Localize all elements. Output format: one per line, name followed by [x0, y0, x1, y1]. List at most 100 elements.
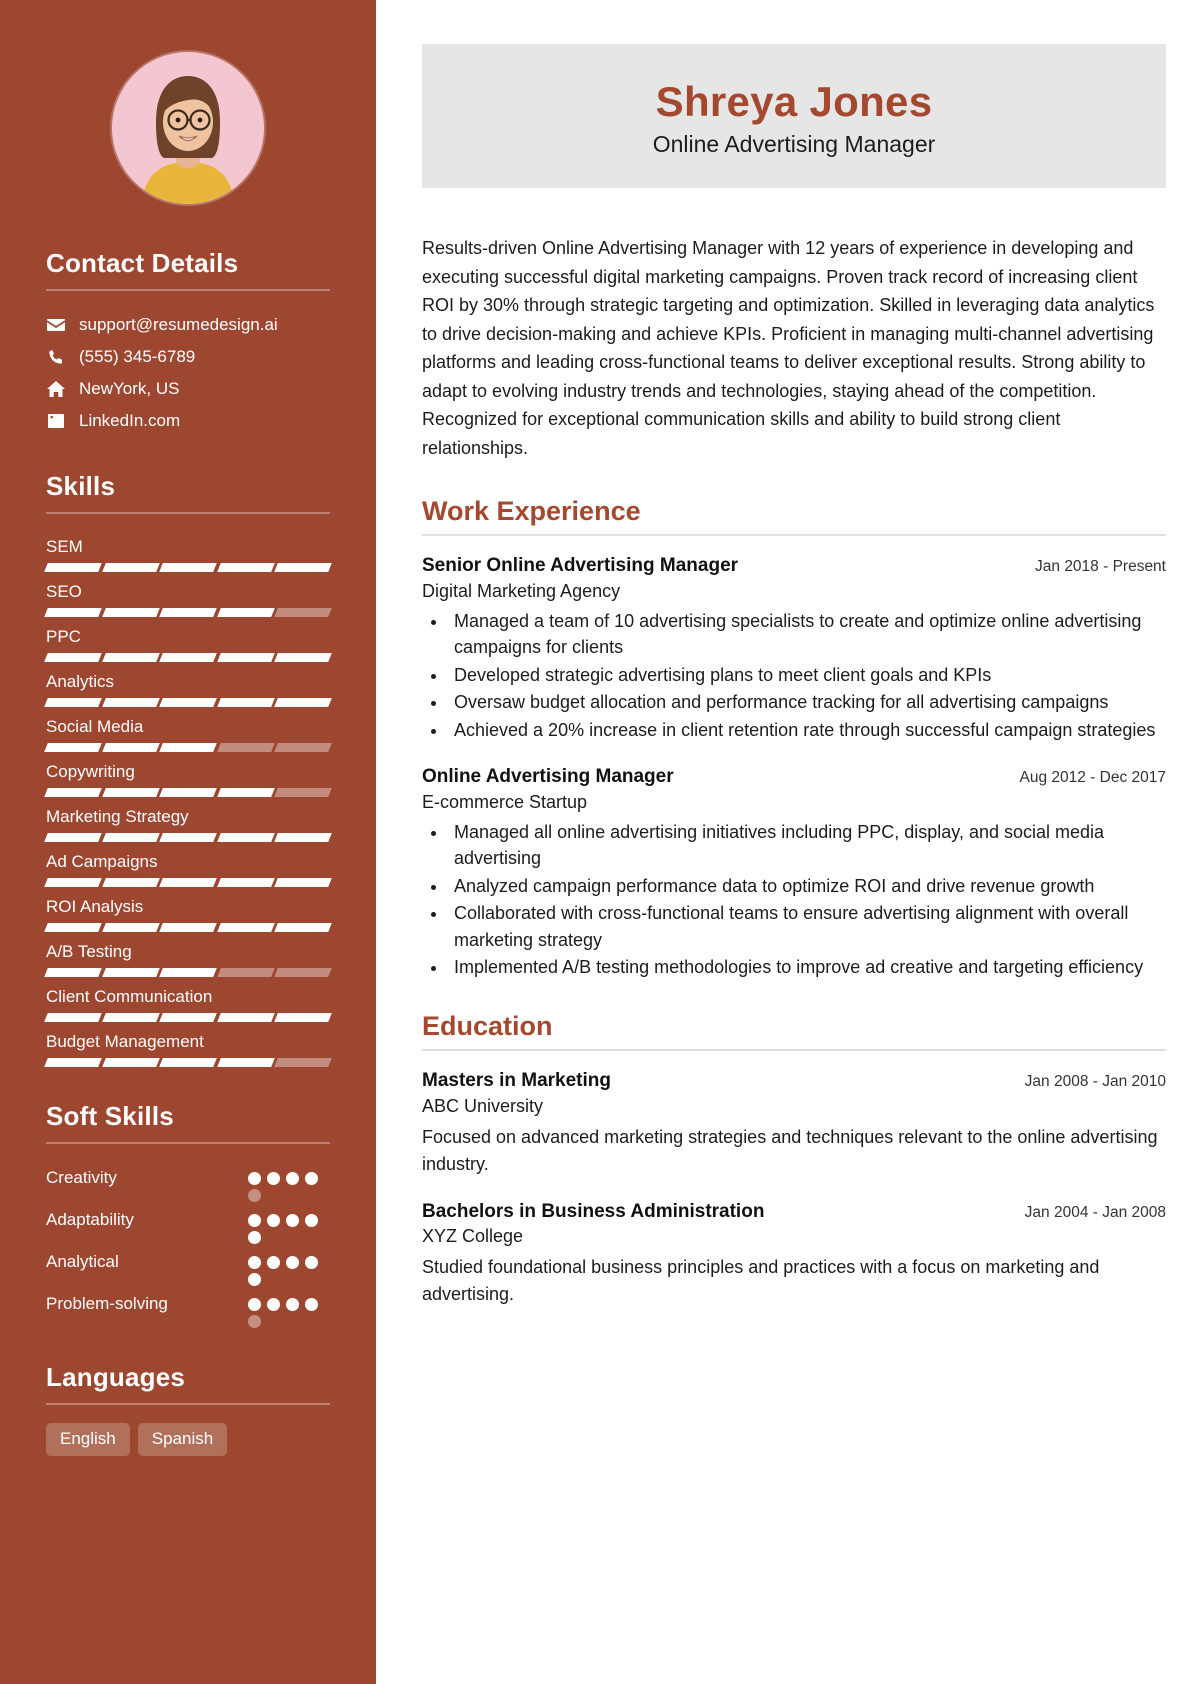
- skill-bar-segment: [44, 833, 102, 842]
- rating-dot: [267, 1298, 280, 1311]
- skill-bar-segment: [216, 968, 275, 977]
- skill-bar-segment: [216, 878, 275, 887]
- skill-bar-segment: [101, 968, 160, 977]
- languages-divider: [46, 1403, 330, 1405]
- professional-summary: Results-driven Online Advertising Manage…: [422, 238, 1155, 458]
- work-experience-heading: Work Experience: [422, 496, 641, 527]
- soft-skills-section: Soft Skills Creativity Adaptability Analyt…: [46, 1101, 330, 1328]
- soft-skill-label: Creativity: [46, 1168, 117, 1187]
- skill-bar-segment: [101, 563, 160, 572]
- skill-bar-segment: [44, 968, 102, 977]
- skill-bar-segment: [216, 563, 275, 572]
- education-section: Education Masters in Marketing Jan 2008 -…: [422, 1011, 1166, 1308]
- contact-list: support@resumedesign.ai (555) 345-6789 N…: [46, 309, 330, 437]
- skill-label: A/B Testing: [46, 942, 132, 961]
- skill-bar-segment: [159, 1058, 217, 1067]
- soft-skills-list: Creativity Adaptability Analytical Problem-…: [46, 1162, 330, 1328]
- rating-dot: [267, 1256, 280, 1269]
- skill-row: Budget Management: [44, 1027, 332, 1067]
- skill-label: PPC: [46, 627, 81, 646]
- skill-bar-segment: [44, 698, 102, 707]
- skill-label: Social Media: [46, 717, 144, 736]
- list-item: Achieved a 20% increase in client retent…: [448, 717, 1166, 744]
- skill-level-bar: [44, 788, 332, 797]
- skill-bar-segment: [159, 923, 217, 932]
- rating-dot: [305, 1172, 318, 1185]
- contact-item-linkedin[interactable]: LinkedIn.com: [46, 405, 330, 437]
- skill-level-bar: [44, 923, 332, 932]
- soft-skills-heading: Soft Skills: [46, 1101, 174, 1131]
- work-experience-entries: Senior Online Advertising Manager Jan 201…: [422, 554, 1166, 981]
- contact-item-phone[interactable]: (555) 345-6789: [46, 341, 330, 373]
- skill-bar-segment: [274, 698, 332, 707]
- contact-item-location[interactable]: NewYork, US: [46, 373, 330, 405]
- list-item: Managed a team of 10 advertising special…: [448, 608, 1166, 661]
- education-entry-header: Masters in Marketing Jan 2008 - Jan 2010: [422, 1069, 1166, 1094]
- skills-divider: [46, 512, 330, 514]
- skill-bar-segment: [101, 788, 160, 797]
- education-entry-header: Bachelors in Business Administration Jan …: [422, 1200, 1166, 1225]
- main-content: Shreya Jones Online Advertising Manager …: [376, 0, 1200, 1684]
- skill-label: Marketing Strategy: [46, 807, 189, 826]
- work-entry-header: Senior Online Advertising Manager Jan 201…: [422, 554, 1166, 579]
- language-tag: English: [46, 1423, 130, 1456]
- skill-bar-segment: [101, 608, 160, 617]
- skill-label: SEO: [46, 582, 82, 601]
- work-entry: Online Advertising Manager Aug 2012 - Dec…: [422, 765, 1166, 981]
- education-entry: Masters in Marketing Jan 2008 - Jan 2010 A…: [422, 1069, 1166, 1178]
- skill-row: ROI Analysis: [44, 892, 332, 932]
- skill-row: SEO: [44, 577, 332, 617]
- languages-section: Languages English Spanish: [46, 1362, 330, 1456]
- education-entry-title: Masters in Marketing: [422, 1069, 611, 1091]
- skill-bar-segment: [274, 1058, 332, 1067]
- avatar-container: [46, 52, 330, 204]
- skill-bar-segment: [101, 878, 160, 887]
- rating-dot: [248, 1298, 261, 1311]
- home-icon: [46, 381, 66, 397]
- skill-bar-segment: [44, 1013, 102, 1022]
- list-item: Managed all online advertising initiativ…: [448, 819, 1166, 872]
- rating-dot: [248, 1214, 261, 1227]
- education-entry-organization: XYZ College: [422, 1226, 524, 1247]
- skill-label: ROI Analysis: [46, 897, 144, 916]
- rating-dot: [305, 1298, 318, 1311]
- skill-bar-segment: [159, 1013, 217, 1022]
- contact-email-value: support@resumedesign.ai: [79, 315, 278, 334]
- skill-bar-segment: [216, 923, 275, 932]
- skill-bar-segment: [216, 698, 275, 707]
- skill-bar-segment: [44, 608, 102, 617]
- skill-bar-segment: [101, 923, 160, 932]
- work-entry-date: Jan 2018 - Present: [1035, 558, 1166, 576]
- skill-level-bar: [44, 1058, 332, 1067]
- skill-bar-segment: [101, 1058, 160, 1067]
- skill-bar-segment: [274, 968, 332, 977]
- work-entry-title: Online Advertising Manager: [422, 766, 674, 788]
- skill-bar-segment: [101, 833, 160, 842]
- work-entry-organization: Digital Marketing Agency: [422, 580, 621, 601]
- skill-bar-segment: [216, 608, 275, 617]
- skill-row: Analytics: [44, 667, 332, 707]
- skill-row: Marketing Strategy: [44, 802, 332, 842]
- skill-level-bar: [44, 698, 332, 707]
- skill-level-bar: [44, 608, 332, 617]
- skills-list: SEM SEO PPC Analytics Social Media Copywritin…: [44, 532, 332, 1067]
- contact-phone-value: (555) 345-6789: [79, 347, 196, 366]
- education-divider: [422, 1048, 1166, 1051]
- soft-skill-label: Analytical: [46, 1252, 119, 1271]
- skill-bar-segment: [159, 563, 217, 572]
- skill-bar-segment: [159, 878, 217, 887]
- skill-bar-segment: [159, 743, 217, 752]
- skill-bar-segment: [101, 743, 160, 752]
- rating-dot: [286, 1172, 299, 1185]
- rating-dot: [248, 1315, 261, 1328]
- skill-bar-segment: [159, 788, 217, 797]
- skill-bar-segment: [216, 743, 275, 752]
- contact-item-email[interactable]: support@resumedesign.ai: [46, 309, 330, 341]
- skill-row: SEM: [44, 532, 332, 572]
- education-entries: Masters in Marketing Jan 2008 - Jan 2010 A…: [422, 1069, 1166, 1308]
- skill-bar-segment: [274, 1013, 332, 1022]
- skill-bar-segment: [44, 923, 102, 932]
- skill-bar-segment: [159, 698, 217, 707]
- list-item: Implemented A/B testing methodologies to…: [448, 954, 1166, 981]
- soft-skill-row: Analytical: [46, 1246, 330, 1286]
